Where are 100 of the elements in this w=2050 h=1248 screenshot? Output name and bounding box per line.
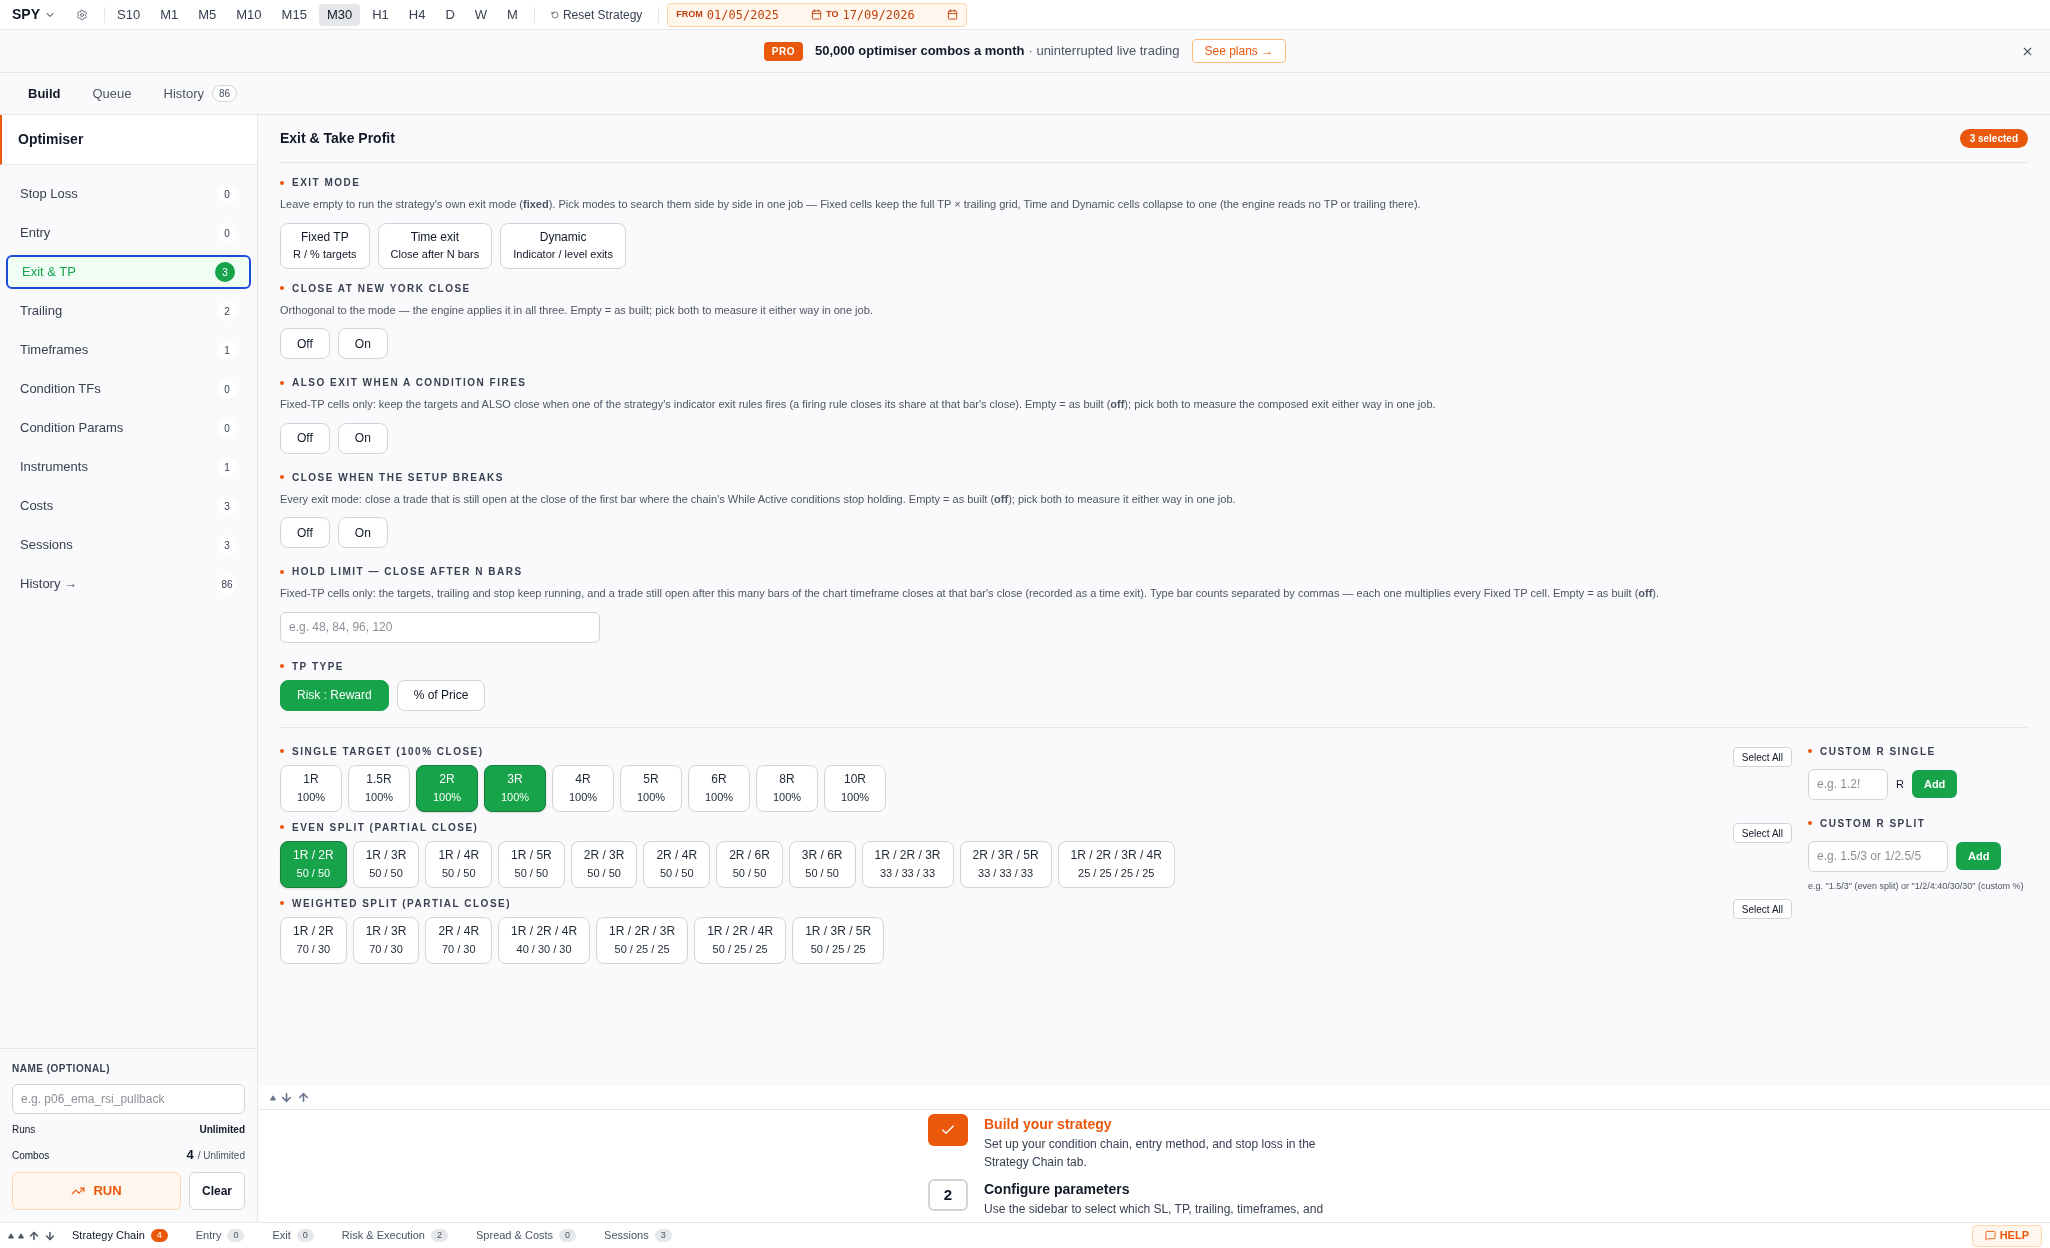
select-all-button[interactable]: Select All [1732,823,1792,843]
toggle-option[interactable]: % of Price [396,679,486,711]
target-option[interactable]: 5R 100% [620,764,682,812]
bottom-tab[interactable]: Risk & Execution 2 [329,1227,460,1244]
toggle-option[interactable]: Off [280,328,330,359]
custom-split-field[interactable]: e.g. 1.5/3 or 1/2.5/5 [1808,840,1948,872]
sidebar-item[interactable]: Timeframes 1 [6,333,251,367]
target-option[interactable]: 10R 100% [824,764,886,812]
arrow-down-icon[interactable] [280,1091,293,1104]
step-title: Build your strategy [984,1115,1113,1134]
timeframe-tab[interactable]: H1 [364,3,397,26]
arrow-up-icon[interactable] [297,1091,310,1104]
target-option[interactable]: 1.5R 100% [348,764,410,812]
custom-r-field[interactable]: e.g. 1.2! [1808,768,1888,800]
bottom-tab[interactable]: Sessions 3 [592,1227,684,1244]
target-option[interactable]: 2R / 6R 50 / 50 [716,840,783,888]
section-label: CUSTOM R SINGLE [1820,744,1936,759]
calendar-icon[interactable] [946,9,958,20]
section-description: Leave empty to run the strategy's own exit mode (fixed). Pick modes to search them side by side in one job — Fixed cells keep the full TP × trailing grid, Time and Dynamic cells collapse to one (the engine reads no TP or trailing there). [280,197,1422,212]
toggle-option[interactable]: Off [280,517,330,548]
bullet-icon [280,475,284,479]
bullet-icon [280,380,284,385]
select-all-button[interactable]: Select All [1732,899,1792,919]
target-option[interactable]: 1R 100% [280,764,342,812]
target-option[interactable]: 1R / 5R 50 / 50 [498,840,565,888]
sidebar-item[interactable]: Entry 0 [6,216,251,250]
timeframe-tab[interactable]: M5 [190,3,225,26]
sidebar-item[interactable]: Condition TFs 0 [6,372,251,406]
sidebar-item[interactable]: Costs 3 [6,489,251,523]
timeframe-tab[interactable]: M15 [273,3,315,26]
timeframe-tab[interactable]: H4 [400,3,434,26]
target-option[interactable]: 1R / 2R / 4R 50 / 25 / 25 [694,916,787,964]
target-option[interactable]: 2R / 4R 50 / 50 [643,840,711,888]
target-option[interactable]: 1R / 2R / 3R 50 / 25 / 25 [596,916,689,964]
sidebar-item[interactable]: Trailing 2 [6,294,251,328]
target-option[interactable]: 1R / 2R 70 / 30 [280,916,347,964]
sidebar-item[interactable]: History → 86 [6,567,251,601]
target-option[interactable]: 6R 100% [688,764,750,812]
tab[interactable]: Queue [80,73,144,114]
calendar-icon[interactable] [811,9,823,20]
target-option[interactable]: 1R / 4R 50 / 50 [425,840,493,888]
target-option[interactable]: 1R / 2R / 3R 33 / 33 / 33 [861,840,954,888]
section-label: CLOSE AT NEW YORK CLOSE [292,281,471,296]
section-description: Orthogonal to the mode — the engine applies it in all three. Empty = as built; pick both to measure it either way in one job. [280,302,874,318]
exit-mode-option[interactable]: Time exit Close after N bars [377,222,493,269]
target-option[interactable]: 2R / 3R / 5R 33 / 33 / 33 [959,840,1052,888]
target-option[interactable]: 1R / 3R 50 / 50 [352,840,420,888]
toggle-option[interactable]: On [337,328,388,359]
step-title: Configure parameters [984,1180,1131,1199]
hold-limit-field[interactable]: e.g. 48, 84, 96, 120 [280,611,600,643]
target-option[interactable]: 1R / 2R / 3R / 4R 25 / 25 / 25 / 25 [1057,840,1175,888]
section-label: WEIGHTED SPLIT (PARTIAL CLOSE) [292,896,512,911]
bullet-icon [280,180,284,185]
symbol-selector[interactable]: SPY [8,4,60,25]
arrow-down-icon[interactable] [44,1229,56,1242]
date-range-field[interactable]: FROM 01/05/2025 TO 17/09/2026 [667,2,967,27]
exit-mode-option[interactable]: Dynamic Indicator / level exits [500,222,626,269]
target-option[interactable]: 1R / 3R / 5R 50 / 25 / 25 [792,916,885,964]
section-description: Every exit mode: close a trade that is still open at the close of the first bar where the chain's While Active conditions stop holding. Empty = as built (off); pick both to measure it either way in one job. [280,491,1237,507]
bottom-tab[interactable]: Entry 0 [183,1227,257,1244]
target-option[interactable]: 2R / 3R 50 / 50 [570,840,638,888]
sidebar-item[interactable]: Sessions 3 [6,528,251,562]
tab[interactable]: Build [16,73,73,114]
target-option[interactable]: 3R / 6R 50 / 50 [788,840,856,888]
section-label: ALSO EXIT WHEN A CONDITION FIRES [292,376,527,390]
exit-mode-option[interactable]: Fixed TP R / % targets [280,222,370,269]
clear-button[interactable]: Clear [188,1172,245,1210]
timeframe-tab[interactable]: M10 [228,3,270,26]
sidebar-item[interactable]: Instruments 1 [6,450,251,484]
target-option[interactable]: 2R / 4R 70 / 30 [425,916,493,964]
timeframe-tab[interactable]: M1 [152,3,187,26]
target-option[interactable]: 1R / 3R 70 / 30 [352,916,420,964]
target-option[interactable]: 1R / 2R / 4R 40 / 30 / 30 [498,916,591,964]
target-option[interactable]: 4R 100% [552,764,614,812]
name-field[interactable]: e.g. p06_ema_rsi_pullback [12,1083,245,1114]
select-all-button[interactable]: Select All [1732,747,1792,767]
timeframe-tab[interactable]: M [499,3,526,26]
section-label: EXIT MODE [292,176,361,190]
reset-icon [550,10,559,19]
target-option[interactable]: 8R 100% [756,764,818,812]
sidebar-item[interactable]: Condition Params 0 [6,411,251,445]
tab[interactable]: History 86 [151,73,250,114]
timeframe-tab[interactable]: D [437,3,463,26]
timeframe-tab[interactable]: W [466,3,496,26]
timeframe-tab[interactable]: S10 [109,3,149,26]
see-plans-button[interactable]: See plans → [1191,39,1287,63]
bottom-tab[interactable]: Strategy Chain 4 [60,1227,180,1244]
timeframe-tab[interactable]: M30 [318,3,361,26]
arrow-up-icon[interactable] [28,1229,40,1242]
bottom-tab[interactable]: Exit 0 [260,1227,326,1244]
section-label: HOLD LIMIT — CLOSE AFTER N BARS [292,565,523,579]
reset-strategy-button[interactable]: Reset Strategy [542,5,651,24]
toggle-option[interactable]: On [337,517,388,548]
collapse-icon[interactable] [270,1094,276,1101]
toggle-option[interactable]: Off [280,422,330,454]
settings-icon[interactable] [76,8,88,21]
banner-headline: 50,000 optimiser combos a month [814,42,1025,61]
toggle-option[interactable]: On [337,422,388,454]
sidebar-item[interactable]: Stop Loss 0 [6,177,251,211]
bottom-tab[interactable]: Spread & Costs 0 [464,1227,589,1244]
